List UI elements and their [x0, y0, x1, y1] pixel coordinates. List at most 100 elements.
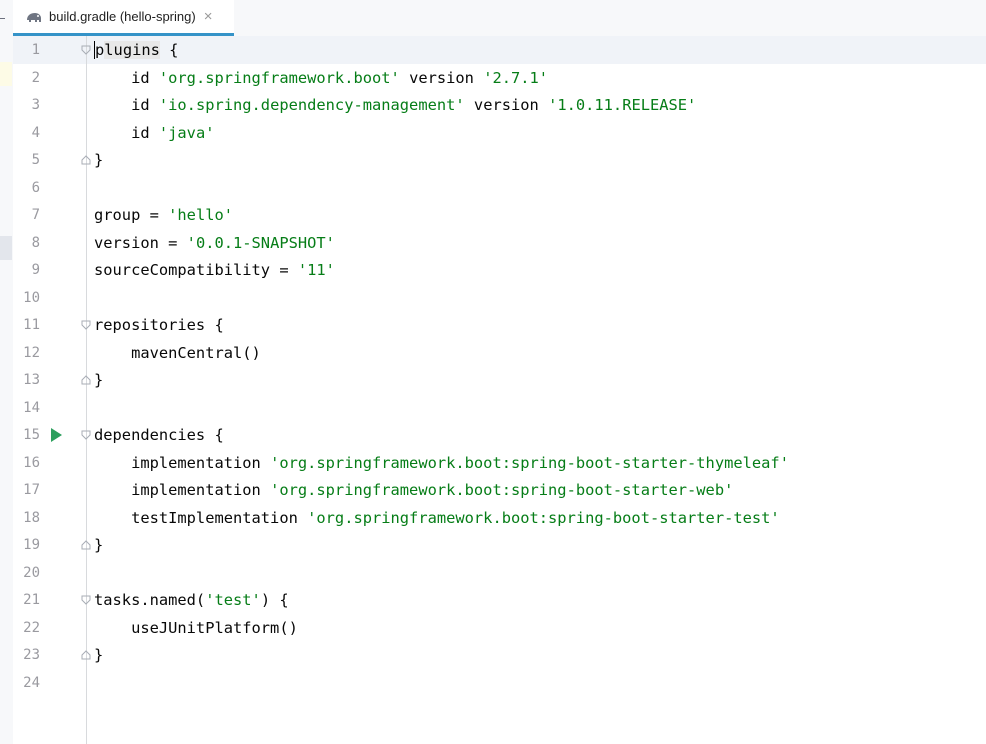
code-line[interactable]: 11 repositories { — [13, 311, 986, 339]
code-token: tasks.named( — [94, 591, 206, 609]
code-token: testImplementation — [94, 508, 308, 527]
fold-end-icon[interactable] — [81, 650, 91, 660]
line-number: 12 — [23, 344, 40, 361]
code-text: tasks.named('test') { — [94, 586, 289, 614]
code-line[interactable]: 6 — [13, 174, 986, 202]
code-token: version — [399, 68, 484, 87]
string-token: '11' — [297, 261, 335, 279]
string-token: '0.0.1-SNAPSHOT' — [186, 233, 335, 252]
code-text: id 'java' — [94, 119, 214, 147]
string-token: 'org.springframework.boot' — [158, 68, 400, 87]
code-line[interactable]: 16 implementation 'org.springframework.b… — [13, 449, 986, 477]
code-line[interactable]: 1 plugins { — [13, 36, 986, 64]
code-line[interactable]: 2 id 'org.springframework.boot' version … — [13, 64, 986, 92]
run-gutter-icon[interactable] — [51, 428, 62, 442]
code-line[interactable]: 5} — [13, 146, 986, 174]
fold-start-icon[interactable] — [81, 595, 91, 605]
line-number: 22 — [23, 619, 40, 636]
code-token: p — [94, 41, 105, 59]
line-number: 2 — [31, 69, 40, 86]
fold-end-icon[interactable] — [81, 155, 91, 165]
code-editor[interactable]: 1 plugins {2 id 'org.springframework.boot… — [13, 36, 986, 744]
line-number: 4 — [31, 124, 40, 141]
code-line[interactable]: 13} — [13, 366, 986, 394]
code-text: id 'io.spring.dependency-management' ver… — [94, 91, 696, 119]
line-number: 18 — [23, 509, 40, 526]
line-number: 17 — [23, 482, 40, 498]
fold-end-icon[interactable] — [81, 375, 91, 385]
fold-start-icon[interactable] — [81, 320, 91, 330]
code-line[interactable]: 8 version = '0.0.1-SNAPSHOT' — [13, 229, 986, 257]
code-text: dependencies { — [94, 421, 224, 449]
code-line[interactable]: 15 dependencies { — [13, 421, 986, 449]
line-number: 7 — [31, 207, 40, 223]
line-number: 10 — [23, 289, 40, 306]
code-line[interactable]: 7 group = 'hello' — [13, 201, 986, 229]
line-number: 19 — [23, 537, 40, 553]
code-line[interactable]: 18 testImplementation 'org.springframewo… — [13, 504, 986, 532]
string-token: 'org.springframework.boot:spring-boot-st… — [270, 481, 734, 499]
line-number: 14 — [23, 399, 40, 416]
code-token: ) { — [260, 591, 289, 609]
line-number: 20 — [23, 564, 40, 581]
code-text: repositories { — [94, 311, 224, 339]
code-text: implementation 'org.springframework.boot… — [94, 476, 733, 504]
string-token: '1.0.11.RELEASE' — [548, 96, 697, 114]
code-line[interactable]: 12 mavenCentral() — [13, 339, 986, 367]
code-token: id — [94, 96, 159, 114]
code-text: testImplementation 'org.springframework.… — [94, 504, 780, 532]
fold-start-icon[interactable] — [81, 45, 91, 55]
left-tool-strip — [0, 0, 13, 744]
code-line[interactable]: 3 id 'io.spring.dependency-management' v… — [13, 91, 986, 119]
code-line[interactable]: 23} — [13, 641, 986, 669]
editor-tab-bar: build.gradle (hello-spring) × — [13, 0, 986, 37]
code-token: dependencies { — [94, 426, 224, 444]
code-line[interactable]: 10 — [13, 284, 986, 312]
tab-build-gradle[interactable]: build.gradle (hello-spring) × — [13, 0, 234, 36]
code-token: repositories { — [94, 316, 224, 334]
code-line[interactable]: 22 useJUnitPlatform() — [13, 614, 986, 642]
code-line[interactable]: 9 sourceCompatibility = '11' — [13, 256, 986, 284]
code-line[interactable]: 21 tasks.named('test') { — [13, 586, 986, 614]
code-token: } — [94, 536, 104, 554]
close-icon[interactable]: × — [204, 9, 213, 24]
code-text: version = '0.0.1-SNAPSHOT' — [94, 229, 335, 257]
code-token: version = — [94, 233, 187, 252]
code-text: plugins { — [94, 36, 178, 64]
code-line[interactable]: 20 — [13, 559, 986, 587]
code-text: implementation 'org.springframework.boot… — [94, 449, 789, 477]
line-number: 5 — [31, 152, 40, 168]
code-token: mavenCentral() — [94, 343, 261, 362]
change-marker — [0, 236, 12, 260]
code-text: sourceCompatibility = '11' — [94, 256, 335, 284]
code-line[interactable]: 4 id 'java' — [13, 119, 986, 147]
code-line[interactable]: 19} — [13, 531, 986, 559]
line-number: 3 — [31, 97, 40, 113]
collapse-dash-icon[interactable] — [0, 18, 5, 19]
code-text: } — [94, 641, 103, 669]
code-line[interactable]: 17 implementation 'org.springframework.b… — [13, 476, 986, 504]
code-text: group = 'hello' — [94, 201, 233, 229]
change-marker — [0, 62, 12, 86]
code-token: implementation — [94, 453, 271, 472]
string-token: 'org.springframework.boot:spring-boot-st… — [307, 508, 780, 527]
code-line[interactable]: 24 — [13, 669, 986, 697]
code-token: useJUnitPlatform() — [94, 618, 298, 637]
fold-start-icon[interactable] — [81, 430, 91, 440]
code-token: id — [94, 68, 159, 87]
code-line[interactable]: 14 — [13, 394, 986, 422]
code-token: id — [94, 123, 159, 142]
line-number: 15 — [23, 427, 40, 443]
code-token: implementation — [94, 481, 271, 499]
code-text: useJUnitPlatform() — [94, 614, 298, 642]
string-token: 'test' — [205, 591, 261, 609]
line-number: 21 — [23, 592, 40, 608]
line-number: 24 — [23, 674, 40, 691]
string-token: '2.7.1' — [483, 68, 549, 87]
code-token: lugins — [104, 41, 160, 59]
code-token: } — [94, 151, 104, 169]
code-text: } — [94, 531, 103, 559]
fold-end-icon[interactable] — [81, 540, 91, 550]
string-token: 'java' — [158, 123, 215, 142]
string-token: 'hello' — [168, 206, 234, 224]
